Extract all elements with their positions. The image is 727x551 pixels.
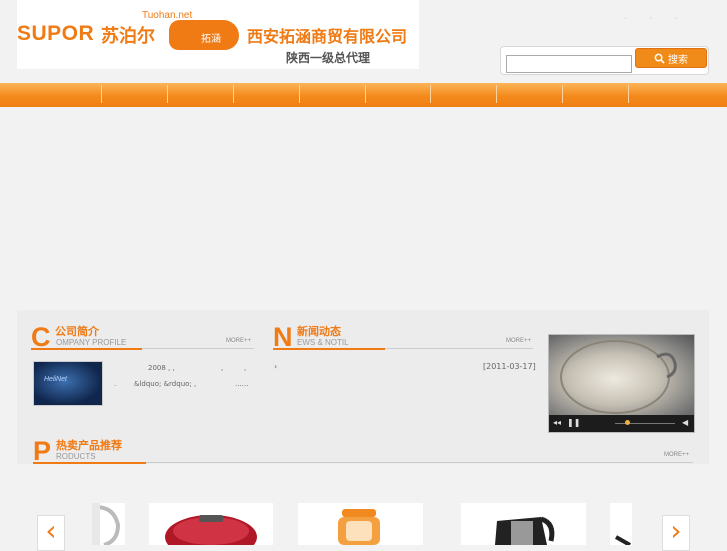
- products-divider: [146, 462, 693, 463]
- product-card[interactable]: [461, 503, 586, 545]
- news-section-title: 新闻动态: [297, 325, 341, 338]
- video-controls: ◂◂ ❚❚ ◀: [549, 415, 694, 432]
- company-image[interactable]: [33, 361, 103, 406]
- news-section-subtitle: EWS & NOTIL: [297, 338, 349, 347]
- news-section-letter: N: [273, 322, 293, 352]
- company-name: 西安拓涵商贸有限公司: [247, 27, 408, 46]
- search-input[interactable]: [506, 55, 632, 73]
- company-subtitle: 陕西一级总代理: [286, 51, 371, 65]
- nav-divider: [628, 85, 629, 103]
- profile-text: ,: [244, 364, 247, 372]
- news-divider: [385, 348, 533, 349]
- profile-title-underline: [31, 348, 142, 350]
- brand-name-cn: 苏泊尔: [101, 26, 155, 47]
- product-image: [92, 503, 121, 545]
- carousel-prev-button[interactable]: ‹: [37, 515, 65, 551]
- nav-divider: [562, 85, 563, 103]
- profile-section-subtitle: OMPANY PROFILE: [56, 338, 127, 347]
- news-item-bullet[interactable]: ›: [274, 362, 277, 371]
- profile-text: ,: [221, 364, 224, 372]
- video-content-shape: [560, 340, 677, 414]
- product-card[interactable]: [610, 503, 632, 545]
- profile-text: ......: [235, 380, 249, 388]
- products-more-link[interactable]: MORE++: [664, 452, 689, 458]
- products-section-letter: P: [33, 436, 52, 466]
- products-title-underline: [33, 462, 146, 464]
- profile-more-link[interactable]: MORE++: [226, 338, 251, 344]
- news-title-underline: [273, 348, 385, 350]
- nav-divider: [101, 85, 102, 103]
- product-image: [495, 516, 555, 545]
- profile-section-title: 公司简介: [55, 325, 99, 338]
- video-progress-track[interactable]: [615, 423, 675, 424]
- product-card[interactable]: [298, 503, 423, 545]
- product-image: [615, 535, 631, 545]
- profile-text: .: [114, 380, 117, 388]
- news-item-date: [2011-03-17]: [483, 362, 536, 371]
- tuohan-logo-text: 拓涵: [201, 34, 221, 45]
- profile-text: 2008 , ,: [148, 364, 175, 372]
- nav-divider: [496, 85, 497, 103]
- nav-divider: [365, 85, 366, 103]
- logo-banner[interactable]: SUPOR 苏泊尔 Tuohan.net 拓涵 西安拓涵商贸有限公司 陕西一级总…: [17, 0, 419, 69]
- main-nav: [0, 83, 727, 107]
- rewind-icon[interactable]: ◂◂: [553, 418, 561, 427]
- company-image-text: HeliNet: [44, 376, 67, 383]
- product-image: [165, 515, 257, 545]
- product-card[interactable]: [149, 503, 273, 545]
- product-image: [338, 509, 380, 545]
- products-section-subtitle: RODUCTS: [56, 452, 96, 461]
- search-icon: [654, 53, 665, 64]
- profile-section-letter: C: [31, 322, 51, 352]
- top-links[interactable]: · · ·: [624, 14, 687, 23]
- carousel-next-button[interactable]: ›: [662, 515, 690, 551]
- nav-divider: [430, 85, 431, 103]
- nav-divider: [233, 85, 234, 103]
- pause-icon[interactable]: ❚❚: [567, 418, 580, 427]
- video-progress-knob[interactable]: [625, 420, 630, 425]
- products-section-title: 热卖产品推荐: [56, 439, 122, 452]
- nav-divider: [299, 85, 300, 103]
- nav-divider: [167, 85, 168, 103]
- search-button-label: 搜索: [668, 54, 688, 66]
- product-card[interactable]: [92, 503, 125, 545]
- profile-divider: [142, 348, 254, 349]
- news-more-link[interactable]: MORE++: [506, 338, 531, 344]
- volume-icon[interactable]: ◀: [682, 418, 688, 427]
- video-player[interactable]: ◂◂ ❚❚ ◀: [548, 334, 695, 433]
- search-button[interactable]: 搜索: [635, 48, 707, 68]
- video-frame[interactable]: [549, 335, 694, 415]
- brand-logo-supor: SUPOR: [17, 22, 95, 45]
- profile-text: &ldquo; &rdquo; ,: [134, 380, 197, 388]
